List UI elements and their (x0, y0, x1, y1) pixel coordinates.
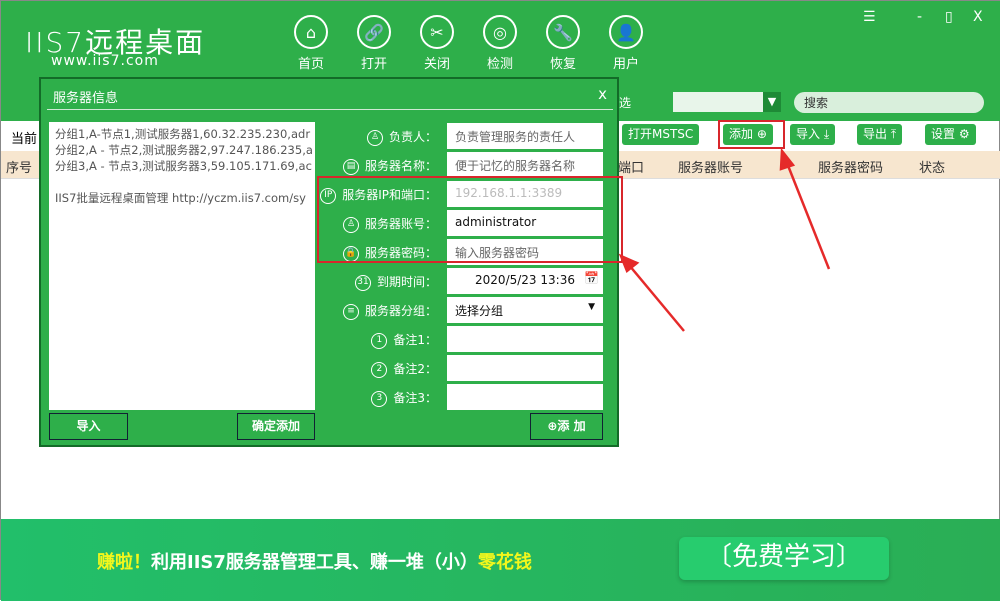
promo-text: 赚啦！利用IIS7服务器管理工具、赚一堆（小）零花钱 (97, 552, 532, 573)
annotation-arrows (618, 147, 831, 332)
arrow-line (785, 162, 831, 270)
arrow-head (618, 253, 640, 274)
arrow-line (628, 264, 685, 332)
arrow-head (779, 147, 796, 171)
free-learn-button[interactable]: 〔免费学习〕 (679, 537, 889, 580)
